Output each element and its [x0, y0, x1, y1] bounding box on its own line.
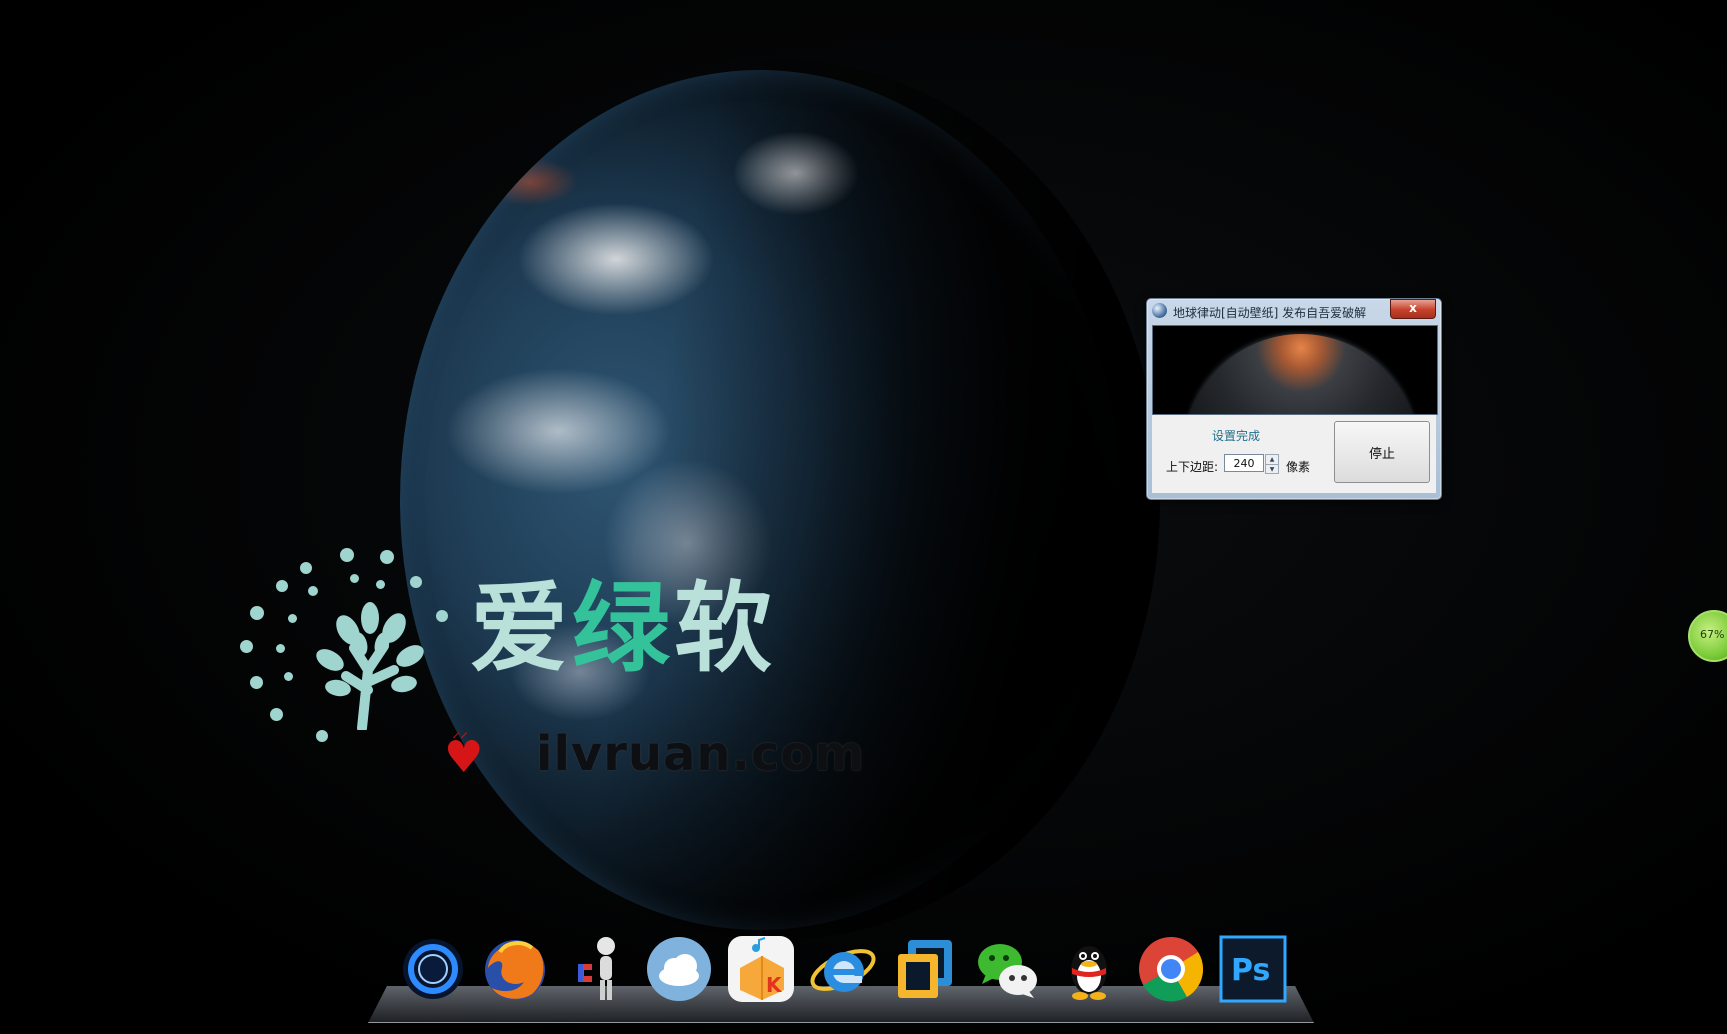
battery-percent: 67% [1700, 628, 1725, 641]
internet-explorer-icon[interactable] [808, 934, 878, 1004]
unit-label: 像素 [1286, 460, 1311, 474]
dialog-body: 设置完成 上下边距: ▲ ▼ 像素 停止 [1152, 415, 1436, 493]
battery-gauge[interactable]: 67% [1688, 610, 1727, 662]
margin-input[interactable] [1224, 454, 1264, 472]
spin-down-button[interactable]: ▼ [1266, 464, 1278, 474]
kugou-icon[interactable]: K [726, 934, 796, 1004]
chrome-icon[interactable] [1136, 934, 1206, 1004]
watermark-logo: 爱绿软 ⸝⸝ ♥ ilvruan.com [240, 540, 880, 830]
status-text: 设置完成 [1212, 429, 1261, 443]
watermark-char-1: 爱 [470, 572, 573, 686]
wechat-icon[interactable] [972, 934, 1042, 1004]
watermark-title: 爱绿软 [470, 580, 776, 678]
figure-magnet-icon[interactable] [562, 934, 632, 1004]
wallpaper-dialog: 地球律动[自动壁纸] 发布自吾爱破解 x 设置完成 上下边距: ▲ ▼ 像素 停… [1146, 298, 1442, 500]
watermark-url: ilvruan.com [536, 726, 866, 782]
earth-preview [1152, 325, 1438, 415]
close-button[interactable]: x [1390, 299, 1436, 319]
preview-earth-image [1185, 334, 1417, 414]
watermark-char-3: 软 [674, 572, 777, 686]
margin-label: 上下边距: [1166, 460, 1219, 474]
kugou-letter: K [766, 973, 783, 997]
photoshop-icon[interactable]: Ps [1218, 934, 1288, 1004]
window-frame-icon[interactable] [890, 934, 960, 1004]
firefox-icon[interactable] [480, 934, 550, 1004]
spin-up-button[interactable]: ▲ [1266, 455, 1278, 464]
ring-app-icon[interactable] [398, 934, 468, 1004]
heart-icon: ♥ [444, 732, 484, 783]
cloud-icon[interactable] [644, 934, 714, 1004]
dialog-titlebar[interactable]: 地球律动[自动壁纸] 发布自吾爱破解 x [1147, 299, 1441, 323]
dialog-title: 地球律动[自动壁纸] 发布自吾爱破解 [1173, 306, 1367, 320]
globe-icon [1152, 303, 1167, 318]
watermark-char-2: 绿 [572, 572, 675, 686]
tree-icon [316, 602, 424, 730]
photoshop-label: Ps [1231, 953, 1270, 988]
margin-spinner: ▲ ▼ [1265, 454, 1279, 474]
qq-icon[interactable] [1054, 934, 1124, 1004]
stop-button[interactable]: 停止 [1334, 421, 1430, 483]
